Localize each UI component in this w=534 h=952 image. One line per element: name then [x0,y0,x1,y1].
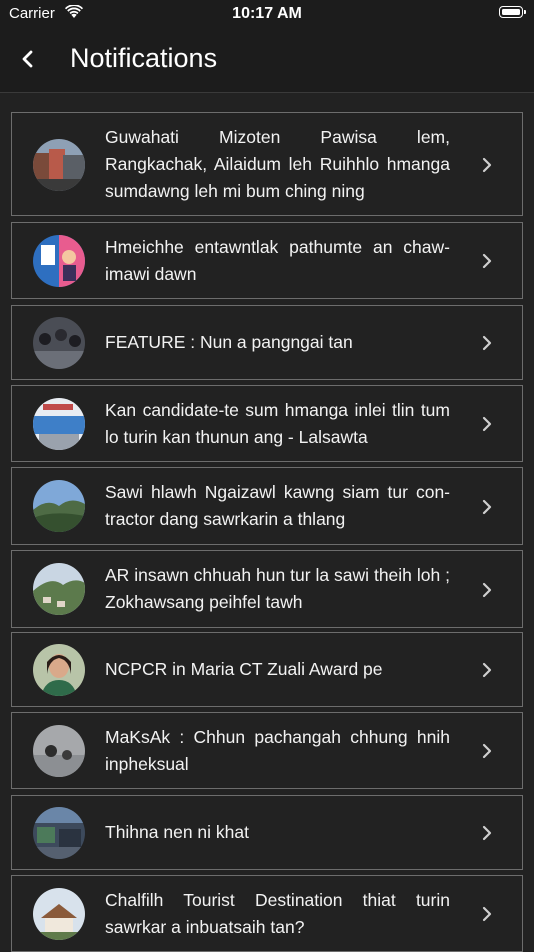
chevron-right-icon [482,825,492,841]
chevron-right-icon [482,582,492,598]
notification-text: Sawi hlawh Ngaizawl kawng siam tur con-t… [105,482,450,529]
notification-text: Kan candidate-te sum hmanga inlei tlin t… [105,400,450,447]
notification-item[interactable]: MaKsAk : Chhun pachangah chhung hnih inp… [11,712,523,789]
navigation-bar: Notifications [0,28,534,93]
notification-text: NCPCR in Maria CT Zuali Award pe [105,659,383,679]
news-thumbnail [33,644,85,696]
notification-item[interactable]: Sawi hlawh Ngaizawl kawng siam tur con-t… [11,467,523,545]
notification-item[interactable]: Hmeichhe entawntlak pathumte an chaw-ima… [11,222,523,299]
notification-text: FEATURE : Nun a pangngai tan [105,332,353,352]
notification-item[interactable]: FEATURE : Nun a pangngai tan [11,305,523,380]
notification-text: Guwahati Mizoten Pawisa lem, Rangkachak,… [105,127,450,201]
chevron-right-icon [482,157,492,173]
notification-item[interactable]: Kan candidate-te sum hmanga inlei tlin t… [11,385,523,462]
notification-text: Chalfilh Tourist Destination thiat turin… [105,890,450,937]
news-thumbnail [33,725,85,777]
news-thumbnail [33,317,85,369]
notification-text: MaKsAk : Chhun pachangah chhung hnih inp… [105,727,450,774]
notification-item[interactable]: NCPCR in Maria CT Zuali Award pe [11,632,523,707]
chevron-right-icon [482,743,492,759]
chevron-right-icon [482,906,492,922]
news-thumbnail [33,807,85,859]
chevron-right-icon [482,499,492,515]
notification-text: AR insawn chhuah hun tur la sawi theih l… [105,565,450,612]
news-thumbnail [33,398,85,450]
battery-icon [499,6,526,18]
notification-item[interactable]: AR insawn chhuah hun tur la sawi theih l… [11,550,523,628]
notification-item[interactable]: Guwahati Mizoten Pawisa lem, Rangkachak,… [11,112,523,216]
back-button[interactable] [14,44,44,74]
notification-item[interactable]: Thihna nen ni khat [11,795,523,870]
page-title: Notifications [70,43,218,73]
clock: 10:17 AM [232,5,302,22]
notification-text: Thihna nen ni khat [105,822,249,842]
news-thumbnail [33,480,85,532]
news-thumbnail [33,563,85,615]
chevron-right-icon [482,416,492,432]
chevron-right-icon [482,253,492,269]
chevron-right-icon [482,662,492,678]
news-thumbnail [33,139,85,191]
news-thumbnail [33,235,85,287]
status-bar: Carrier 10:17 AM [0,0,534,28]
notification-text: Hmeichhe entawntlak pathumte an chaw-ima… [105,237,450,284]
chevron-right-icon [482,335,492,351]
notification-item[interactable]: Chalfilh Tourist Destination thiat turin… [11,875,523,952]
news-thumbnail [33,888,85,940]
